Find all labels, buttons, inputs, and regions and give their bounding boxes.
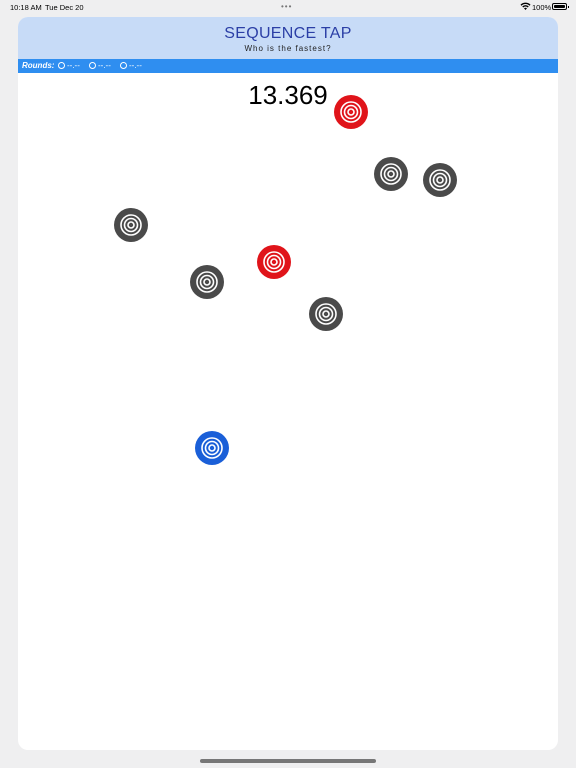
bullseye-icon: [380, 163, 402, 185]
rounds-label: Rounds:: [22, 61, 55, 70]
app-window: SEQUENCE TAP Who is the fastest? Rounds:…: [18, 17, 558, 750]
bullseye-icon: [120, 214, 142, 236]
round-indicator-icon: [89, 62, 96, 69]
header: SEQUENCE TAP Who is the fastest?: [18, 17, 558, 59]
target-red-2[interactable]: [257, 245, 291, 279]
home-indicator[interactable]: [200, 759, 376, 763]
bullseye-icon: [340, 101, 362, 123]
rounds-bar: Rounds: --.-- --.-- --.--: [18, 59, 558, 73]
target-gray-3[interactable]: [114, 208, 148, 242]
bullseye-icon: [201, 437, 223, 459]
battery-percent: 100%: [532, 3, 552, 12]
status-bar: 10:18 AM Tue Dec 20 ••• 100%: [0, 0, 576, 14]
round-indicator-icon: [58, 62, 65, 69]
round-slot-3: --.--: [120, 61, 142, 70]
round-time: --.--: [98, 61, 111, 70]
target-gray-4[interactable]: [190, 265, 224, 299]
wifi-icon: [520, 2, 531, 10]
round-time: --.--: [67, 61, 80, 70]
round-slot-2: --.--: [89, 61, 111, 70]
target-gray-5[interactable]: [309, 297, 343, 331]
battery-icon: [552, 3, 569, 10]
bullseye-icon: [315, 303, 337, 325]
app-title: SEQUENCE TAP: [224, 25, 352, 42]
app-subtitle: Who is the fastest?: [244, 44, 332, 53]
round-time: --.--: [129, 61, 142, 70]
bullseye-icon: [429, 169, 451, 191]
target-gray-2[interactable]: [423, 163, 457, 197]
status-time: 10:18 AM: [10, 3, 42, 12]
target-blue-1[interactable]: [195, 431, 229, 465]
bullseye-icon: [263, 251, 285, 273]
multitasking-dots[interactable]: •••: [281, 2, 292, 11]
round-slot-1: --.--: [58, 61, 80, 70]
target-gray-1[interactable]: [374, 157, 408, 191]
status-date: Tue Dec 20: [45, 3, 84, 12]
target-red-1[interactable]: [334, 95, 368, 129]
round-indicator-icon: [120, 62, 127, 69]
bullseye-icon: [196, 271, 218, 293]
